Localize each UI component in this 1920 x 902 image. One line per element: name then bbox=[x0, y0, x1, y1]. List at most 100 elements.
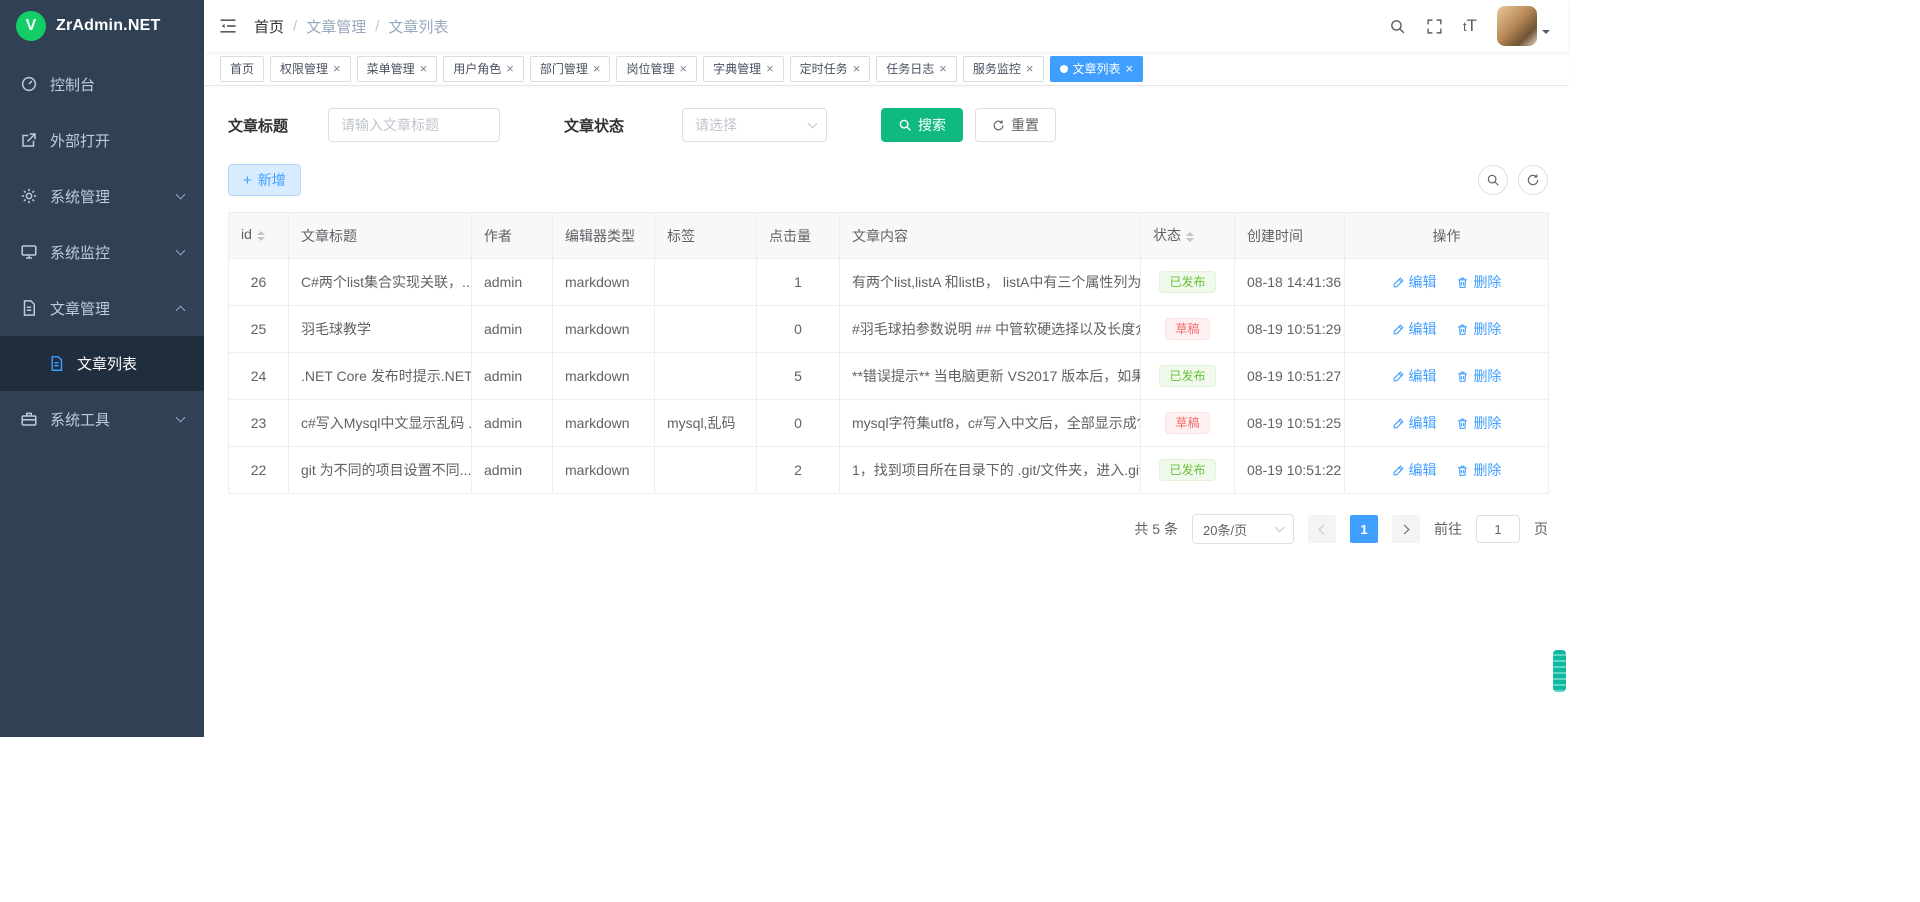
edit-button[interactable]: 编辑 bbox=[1392, 366, 1437, 386]
toolbar-right bbox=[1478, 165, 1548, 195]
status-badge: 草稿 bbox=[1165, 412, 1209, 434]
tab-home[interactable]: 首页 bbox=[220, 56, 264, 82]
tab-menu-management[interactable]: 菜单管理× bbox=[357, 56, 438, 82]
status-badge: 草稿 bbox=[1165, 318, 1209, 340]
column-header-id[interactable]: id bbox=[229, 213, 289, 259]
tab-dict-management[interactable]: 字典管理× bbox=[703, 56, 784, 82]
refresh-table-button[interactable] bbox=[1518, 165, 1548, 195]
toggle-search-button[interactable] bbox=[1478, 165, 1508, 195]
fullscreen-icon[interactable] bbox=[1426, 18, 1443, 35]
app-logo[interactable]: V ZrAdmin.NET bbox=[0, 0, 204, 52]
page-content: 文章标题 文章状态 请选择 搜索 重置 + bbox=[204, 86, 1568, 737]
page-size-select[interactable]: 20条/页 bbox=[1192, 514, 1294, 544]
delete-button[interactable]: 删除 bbox=[1456, 460, 1501, 480]
sidebar-item-system-monitor[interactable]: 系统监控 bbox=[0, 224, 204, 280]
add-button[interactable]: + 新增 bbox=[228, 164, 301, 196]
page-number-button[interactable]: 1 bbox=[1350, 515, 1378, 543]
column-header-author: 作者 bbox=[472, 213, 553, 259]
document-icon bbox=[48, 355, 65, 372]
tab-permission-management[interactable]: 权限管理× bbox=[270, 56, 351, 82]
sidebar-item-label: 文章列表 bbox=[77, 353, 137, 374]
main-area: 首页 / 文章管理 / 文章列表 tT 首页 权限管理× 菜单管理× 用户角色× bbox=[204, 0, 1568, 737]
breadcrumb-separator: / bbox=[375, 18, 379, 35]
close-icon[interactable]: × bbox=[1026, 62, 1034, 75]
column-header-content: 文章内容 bbox=[840, 213, 1141, 259]
trash-icon bbox=[1456, 464, 1469, 477]
delete-button[interactable]: 删除 bbox=[1456, 413, 1501, 433]
sidebar-item-system-tools[interactable]: 系统工具 bbox=[0, 391, 204, 447]
delete-button[interactable]: 删除 bbox=[1456, 272, 1501, 292]
tab-scheduled-tasks[interactable]: 定时任务× bbox=[790, 56, 871, 82]
tab-post-management[interactable]: 岗位管理× bbox=[616, 56, 697, 82]
sidebar-item-label: 系统监控 bbox=[50, 242, 110, 263]
reset-button[interactable]: 重置 bbox=[975, 108, 1056, 142]
status-badge: 已发布 bbox=[1159, 459, 1215, 481]
sort-icon[interactable] bbox=[1186, 228, 1194, 246]
status-badge: 已发布 bbox=[1159, 365, 1215, 387]
sidebar-item-article-management[interactable]: 文章管理 bbox=[0, 280, 204, 336]
trash-icon bbox=[1456, 276, 1469, 289]
prev-page-button[interactable] bbox=[1308, 515, 1336, 543]
search-icon[interactable] bbox=[1389, 18, 1406, 35]
close-icon[interactable]: × bbox=[939, 62, 947, 75]
close-icon[interactable]: × bbox=[1126, 62, 1134, 75]
article-title-label: 文章标题 bbox=[228, 115, 288, 136]
article-title-input[interactable] bbox=[328, 108, 500, 142]
close-icon[interactable]: × bbox=[506, 62, 514, 75]
article-status-label: 文章状态 bbox=[564, 115, 624, 136]
font-size-icon[interactable]: tT bbox=[1463, 16, 1477, 36]
sidebar-item-article-list[interactable]: 文章列表 bbox=[0, 336, 204, 391]
sidebar-collapse-icon[interactable] bbox=[218, 16, 238, 36]
edit-button[interactable]: 编辑 bbox=[1392, 413, 1437, 433]
article-status-select[interactable]: 请选择 bbox=[682, 108, 827, 142]
close-icon[interactable]: × bbox=[679, 62, 687, 75]
tab-article-list[interactable]: 文章列表× bbox=[1050, 56, 1144, 82]
avatar[interactable] bbox=[1497, 6, 1537, 46]
breadcrumb-home[interactable]: 首页 bbox=[254, 16, 284, 37]
close-icon[interactable]: × bbox=[333, 62, 341, 75]
sort-icon[interactable] bbox=[257, 227, 265, 245]
column-header-editor: 编辑器类型 bbox=[553, 213, 655, 259]
pencil-icon bbox=[1392, 464, 1405, 477]
edit-button[interactable]: 编辑 bbox=[1392, 460, 1437, 480]
toolbox-icon bbox=[20, 410, 38, 428]
sidebar-item-dashboard[interactable]: 控制台 bbox=[0, 56, 204, 112]
goto-page-input[interactable] bbox=[1476, 515, 1520, 543]
table-toolbar: + 新增 bbox=[228, 164, 1548, 196]
sidebar-item-external-open[interactable]: 外部打开 bbox=[0, 112, 204, 168]
sidebar-item-label: 文章管理 bbox=[50, 298, 110, 319]
close-icon[interactable]: × bbox=[593, 62, 601, 75]
scroll-indicator[interactable] bbox=[1553, 650, 1566, 692]
breadcrumb-separator: / bbox=[293, 18, 297, 35]
tab-task-logs[interactable]: 任务日志× bbox=[876, 56, 957, 82]
column-header-status[interactable]: 状态 bbox=[1141, 213, 1235, 259]
trash-icon bbox=[1456, 370, 1469, 383]
total-count: 共 5 条 bbox=[1134, 519, 1178, 539]
next-page-button[interactable] bbox=[1392, 515, 1420, 543]
column-header-ops: 操作 bbox=[1345, 213, 1549, 259]
sidebar-item-system-management[interactable]: 系统管理 bbox=[0, 168, 204, 224]
page-unit-label: 页 bbox=[1534, 519, 1548, 539]
close-icon[interactable]: × bbox=[420, 62, 428, 75]
refresh-icon bbox=[992, 119, 1005, 132]
external-link-icon bbox=[20, 131, 38, 149]
chevron-down-icon bbox=[176, 190, 186, 200]
trash-icon bbox=[1456, 323, 1469, 336]
delete-button[interactable]: 删除 bbox=[1456, 319, 1501, 339]
sidebar-menu: 控制台 外部打开 系统管理 系统监控 文章管理 bbox=[0, 56, 204, 447]
plus-icon: + bbox=[243, 173, 252, 188]
top-navbar: 首页 / 文章管理 / 文章列表 tT bbox=[204, 0, 1568, 52]
user-menu[interactable] bbox=[1497, 6, 1550, 46]
delete-button[interactable]: 删除 bbox=[1456, 366, 1501, 386]
table-row: 23 c#写入Mysql中文显示乱码 ... admin markdown my… bbox=[229, 400, 1549, 447]
filter-bar: 文章标题 文章状态 请选择 搜索 重置 bbox=[228, 108, 1548, 142]
close-icon[interactable]: × bbox=[766, 62, 774, 75]
edit-button[interactable]: 编辑 bbox=[1392, 272, 1437, 292]
edit-button[interactable]: 编辑 bbox=[1392, 319, 1437, 339]
breadcrumb-section[interactable]: 文章管理 bbox=[306, 16, 366, 37]
close-icon[interactable]: × bbox=[853, 62, 861, 75]
tab-service-monitor[interactable]: 服务监控× bbox=[963, 56, 1044, 82]
tab-user-role[interactable]: 用户角色× bbox=[443, 56, 524, 82]
search-button[interactable]: 搜索 bbox=[881, 108, 963, 142]
tab-department-management[interactable]: 部门管理× bbox=[530, 56, 611, 82]
